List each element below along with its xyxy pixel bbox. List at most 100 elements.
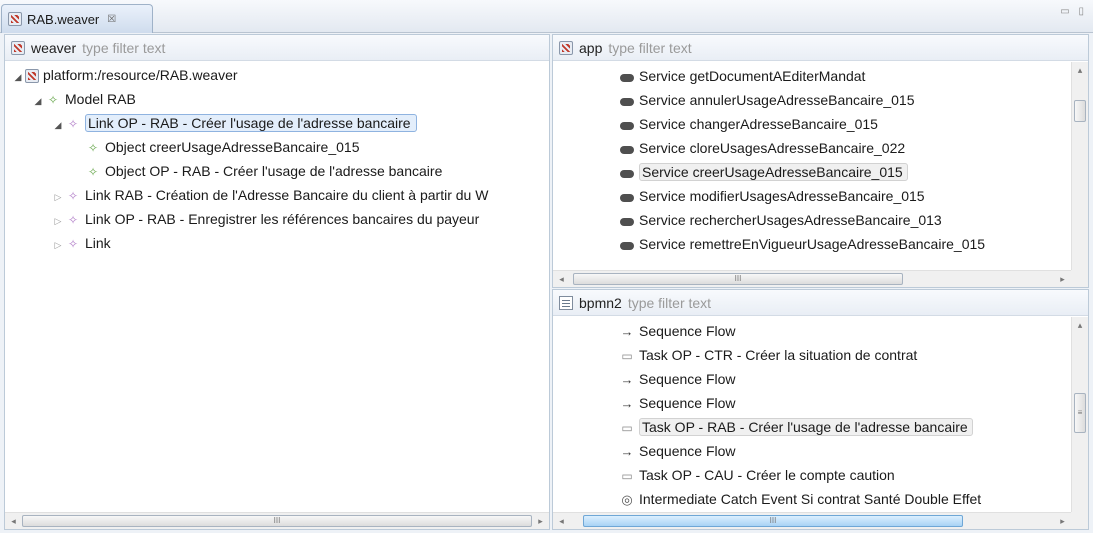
editor-tab-bar: RAB.weaver ☒ ▭ ▯ bbox=[0, 0, 1093, 33]
app-filter-input[interactable] bbox=[608, 39, 889, 56]
scroll-up-icon[interactable]: ▴ bbox=[1072, 62, 1088, 78]
bpmn2-filter-input[interactable] bbox=[627, 294, 908, 311]
bpmn-item[interactable]: ▭ Task OP - CAU - Créer le compte caution bbox=[619, 464, 895, 487]
weaver-icon bbox=[11, 40, 25, 55]
service-label: Service modifierUsagesAdresseBancaire_01… bbox=[639, 188, 925, 204]
app-pane-header: app bbox=[553, 35, 1088, 61]
bpmn2-vertical-scrollbar[interactable]: ▴ ≡ bbox=[1071, 317, 1088, 512]
service-icon bbox=[619, 186, 635, 209]
weaver-tree: ◢ platform:/resource/RAB.weaver ◢ ✧ Model RA… bbox=[5, 62, 549, 512]
scrollbar-corner bbox=[1071, 512, 1088, 529]
service-icon bbox=[619, 90, 635, 113]
scroll-thumb[interactable]: III bbox=[573, 273, 903, 285]
scroll-left-icon[interactable]: ◂ bbox=[553, 513, 570, 529]
expand-toggle-icon[interactable]: ◢ bbox=[31, 90, 45, 113]
bpmn-item-label: Sequence Flow bbox=[639, 443, 736, 459]
service-item[interactable]: Service getDocumentAEditerMandat bbox=[619, 65, 865, 88]
tree-item-label: platform:/resource/RAB.weaver bbox=[43, 67, 238, 83]
expand-toggle-icon[interactable]: ▷ bbox=[51, 186, 65, 209]
close-icon[interactable]: ☒ bbox=[107, 14, 116, 25]
bpmn2-tree: → Sequence Flow ▭ Task OP - CTR - Créer la … bbox=[553, 317, 1071, 512]
tree-item[interactable]: ▷ ✧ Link bbox=[51, 232, 111, 255]
tree-item[interactable]: ◢ ✧ Link OP - RAB - Créer l'usage de l'adr… bbox=[51, 112, 417, 135]
tree-item-label: Link OP - RAB - Enregistrer les référenc… bbox=[85, 211, 480, 227]
object-icon: ✧ bbox=[87, 165, 99, 179]
scroll-right-icon[interactable]: ▸ bbox=[1054, 513, 1071, 529]
service-item[interactable]: Service creerUsageAdresseBancaire_015 bbox=[619, 161, 908, 184]
editor-tab[interactable]: RAB.weaver ☒ bbox=[1, 4, 153, 33]
tree-item[interactable]: ◢ ✧ Model RAB bbox=[31, 88, 136, 111]
bpmn-file-icon bbox=[559, 295, 573, 310]
expand-toggle-icon[interactable]: ◢ bbox=[51, 114, 65, 137]
task-icon: ▭ bbox=[621, 421, 633, 435]
link-icon: ✧ bbox=[67, 189, 79, 203]
weaver-horizontal-scrollbar[interactable]: ◂ III ▸ bbox=[5, 512, 549, 529]
task-icon: ▭ bbox=[621, 349, 633, 363]
tree-item-label: Object creerUsageAdresseBancaire_015 bbox=[105, 139, 360, 155]
service-item[interactable]: Service modifierUsagesAdresseBancaire_01… bbox=[619, 185, 925, 208]
scroll-left-icon[interactable]: ◂ bbox=[5, 513, 22, 529]
scroll-thumb[interactable]: III bbox=[22, 515, 532, 527]
service-item[interactable]: Service remettreEnVigueurUsageAdresseBan… bbox=[619, 233, 985, 256]
weaver-pane-header: weaver bbox=[5, 35, 549, 61]
service-icon bbox=[619, 210, 635, 233]
bpmn-item[interactable]: → Sequence Flow bbox=[619, 440, 736, 463]
weaver-file-icon bbox=[25, 69, 39, 84]
scroll-right-icon[interactable]: ▸ bbox=[1054, 271, 1071, 287]
bpmn-item[interactable]: → Sequence Flow bbox=[619, 320, 736, 343]
tree-item[interactable]: ◢ platform:/resource/RAB.weaver bbox=[11, 64, 238, 87]
service-item[interactable]: Service rechercherUsagesAdresseBancaire_… bbox=[619, 209, 942, 232]
tree-item-label: Object OP - RAB - Créer l'usage de l'adr… bbox=[105, 163, 443, 179]
scroll-thumb[interactable]: ≡ bbox=[1074, 393, 1086, 433]
service-label: Service getDocumentAEditerMandat bbox=[639, 68, 866, 84]
tree-item-label: Link RAB - Création de l'Adresse Bancair… bbox=[85, 187, 489, 203]
scroll-up-icon[interactable]: ▴ bbox=[1072, 317, 1088, 333]
scroll-left-icon[interactable]: ◂ bbox=[553, 271, 570, 287]
bpmn-item-label: Task OP - RAB - Créer l'usage de l'adres… bbox=[639, 418, 973, 436]
service-item[interactable]: Service cloreUsagesAdresseBancaire_022 bbox=[619, 137, 905, 160]
link-icon: ✧ bbox=[67, 237, 79, 251]
app-horizontal-scrollbar[interactable]: ◂ III ▸ bbox=[553, 270, 1071, 287]
tree-item[interactable]: ▷ ✧ Link OP - RAB - Enregistrer les référe… bbox=[51, 208, 480, 233]
object-icon: ✧ bbox=[87, 141, 99, 155]
bpmn-item-label: Task OP - CAU - Créer le compte caution bbox=[639, 467, 895, 483]
service-icon bbox=[619, 138, 635, 161]
bpmn-item[interactable]: ▭ Task OP - RAB - Créer l'usage de l'adre… bbox=[619, 416, 973, 439]
scroll-right-icon[interactable]: ▸ bbox=[532, 513, 549, 529]
window-controls[interactable]: ▭ ▯ bbox=[1060, 6, 1087, 17]
expand-toggle-icon[interactable]: ▷ bbox=[51, 234, 65, 257]
pane-title: bpmn2 bbox=[579, 294, 622, 311]
bpmn-item[interactable]: → Sequence Flow bbox=[619, 368, 736, 391]
tree-item-label: Link bbox=[85, 235, 111, 251]
bpmn-item-label: Sequence Flow bbox=[639, 395, 736, 411]
tree-item[interactable]: ▷ ✧ Link RAB - Création de l'Adresse Banca… bbox=[51, 184, 489, 209]
tree-item-label: Link OP - RAB - Créer l'usage de l'adres… bbox=[85, 114, 417, 132]
bpmn-item[interactable]: → Sequence Flow bbox=[619, 392, 736, 415]
arrow-icon: → bbox=[620, 372, 634, 387]
expand-toggle-icon[interactable]: ◢ bbox=[11, 66, 25, 89]
task-icon: ▭ bbox=[621, 469, 633, 483]
bpmn2-horizontal-scrollbar[interactable]: ◂ III ▸ bbox=[553, 512, 1071, 529]
service-item[interactable]: Service changerAdresseBancaire_015 bbox=[619, 113, 878, 136]
bpmn-item[interactable]: ◎ Intermediate Catch Event Si contrat San… bbox=[619, 488, 981, 511]
app-tree: Service getDocumentAEditerMandat Service … bbox=[553, 62, 1071, 270]
tab-title: RAB.weaver bbox=[27, 11, 100, 27]
weaver-file-icon bbox=[8, 12, 22, 26]
service-icon bbox=[619, 114, 635, 137]
expand-toggle-icon[interactable]: ▷ bbox=[51, 210, 65, 233]
model-icon: ✧ bbox=[47, 93, 59, 107]
tree-item[interactable]: ✧ Object creerUsageAdresseBancaire_015 bbox=[71, 136, 360, 159]
service-icon bbox=[619, 66, 635, 89]
scroll-thumb[interactable]: III bbox=[583, 515, 963, 527]
app-vertical-scrollbar[interactable]: ▴ bbox=[1071, 62, 1088, 270]
bpmn-item[interactable]: ▭ Task OP - CTR - Créer la situation de c… bbox=[619, 344, 917, 367]
scrollbar-corner bbox=[1071, 270, 1088, 287]
link-icon: ✧ bbox=[67, 117, 79, 131]
service-item[interactable]: Service annulerUsageAdresseBancaire_015 bbox=[619, 89, 915, 112]
weaver-filter-input[interactable] bbox=[82, 39, 363, 56]
tree-item[interactable]: ✧ Object OP - RAB - Créer l'usage de l'ad… bbox=[71, 160, 442, 183]
service-label: Service changerAdresseBancaire_015 bbox=[639, 116, 878, 132]
tree-item-label: Model RAB bbox=[65, 91, 136, 107]
arrow-icon: → bbox=[620, 324, 634, 339]
scroll-thumb[interactable] bbox=[1074, 100, 1086, 122]
